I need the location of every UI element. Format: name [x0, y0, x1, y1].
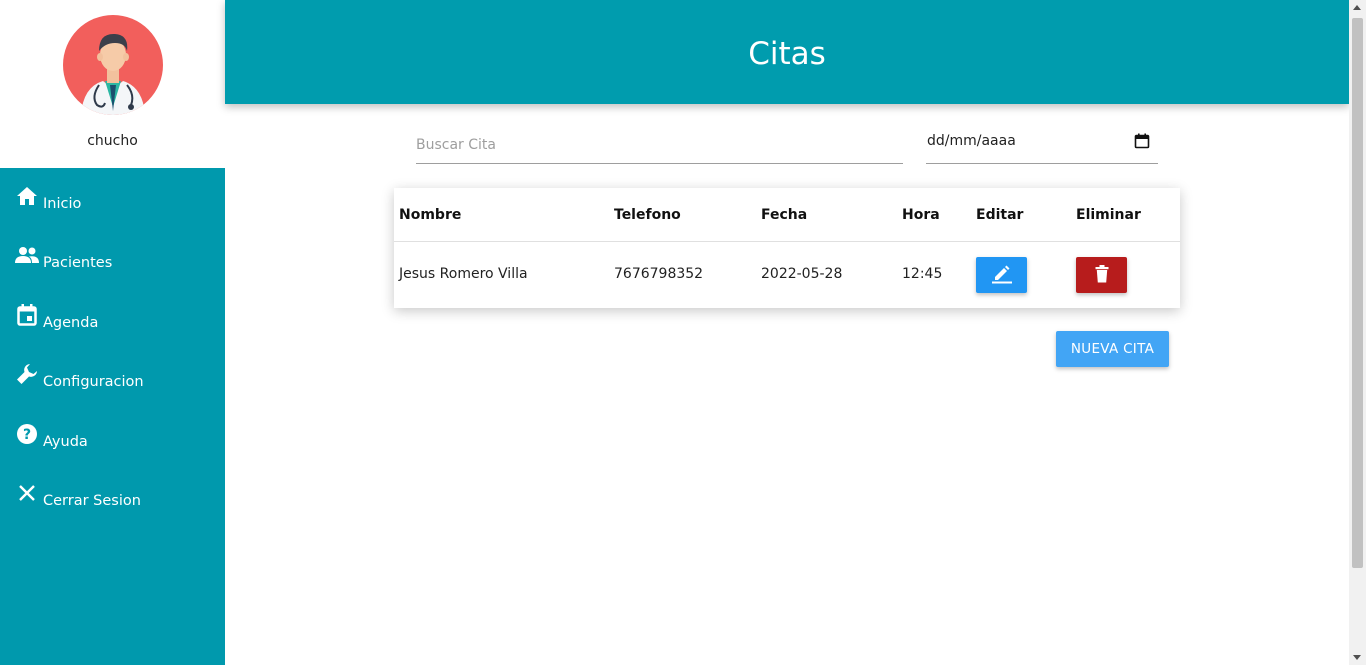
page-title: Citas: [748, 36, 826, 72]
search-input[interactable]: [416, 126, 903, 164]
sidebar-item-label: Agenda: [43, 315, 99, 331]
column-header-editar: Editar: [976, 207, 1024, 223]
sidebar-item-agenda[interactable]: Agenda: [14, 302, 99, 335]
sidebar-item-pacientes[interactable]: Pacientes: [14, 245, 112, 275]
delete-button[interactable]: [1076, 257, 1127, 293]
home-icon: [14, 183, 40, 209]
edit-button[interactable]: [976, 257, 1027, 293]
svg-text:?: ?: [23, 427, 31, 443]
sidebar: chucho Inicio Pacientes Agenda Configura…: [0, 0, 225, 665]
close-icon: [14, 480, 40, 506]
column-header-fecha: Fecha: [761, 207, 808, 223]
sidebar-item-label: Cerrar Sesion: [43, 493, 141, 509]
wrench-icon: [14, 361, 40, 387]
sidebar-item-label: Pacientes: [43, 255, 113, 271]
column-header-eliminar: Eliminar: [1076, 207, 1141, 223]
cell-fecha: 2022-05-28: [761, 266, 843, 282]
new-appointment-button[interactable]: NUEVA CITA: [1056, 331, 1169, 367]
date-placeholder: dd/mm/aaaa: [927, 133, 1016, 149]
date-filter-input[interactable]: dd/mm/aaaa: [926, 126, 1158, 164]
help-icon: ?: [14, 421, 40, 447]
sidebar-item-cerrar-sesion[interactable]: Cerrar Sesion: [14, 483, 141, 513]
column-header-nombre: Nombre: [399, 207, 462, 223]
doctor-avatar: [63, 15, 163, 115]
sidebar-item-label: Configuracion: [43, 374, 144, 390]
citas-table: Nombre Telefono Fecha Hora Editar Elimin…: [394, 188, 1180, 308]
sidebar-item-ayuda[interactable]: ? Ayuda: [14, 424, 88, 454]
sidebar-item-label: Ayuda: [43, 434, 88, 450]
people-icon: [14, 242, 40, 268]
page-scrollbar[interactable]: [1349, 0, 1366, 665]
scroll-up-arrow-icon[interactable]: [1353, 5, 1361, 10]
cell-hora: 12:45: [902, 266, 943, 282]
trash-icon: [1095, 264, 1109, 286]
column-header-hora: Hora: [902, 207, 940, 223]
table-header-divider: [394, 241, 1180, 242]
scroll-down-arrow-icon[interactable]: [1353, 655, 1361, 660]
scrollbar-thumb[interactable]: [1352, 18, 1363, 568]
sidebar-item-configuracion[interactable]: Configuracion: [14, 364, 144, 394]
sidebar-item-inicio[interactable]: Inicio: [14, 186, 81, 216]
profile-panel: chucho: [0, 0, 225, 168]
sidebar-item-label: Inicio: [43, 196, 82, 212]
pencil-icon: [991, 264, 1013, 287]
column-header-telefono: Telefono: [614, 207, 681, 223]
username: chucho: [87, 133, 138, 149]
calendar-picker-icon[interactable]: [1134, 133, 1150, 149]
cell-nombre: Jesus Romero Villa: [399, 266, 528, 282]
cell-telefono: 7676798352: [614, 266, 704, 282]
calendar-icon: [14, 302, 40, 328]
page-header: Citas: [225, 0, 1349, 104]
